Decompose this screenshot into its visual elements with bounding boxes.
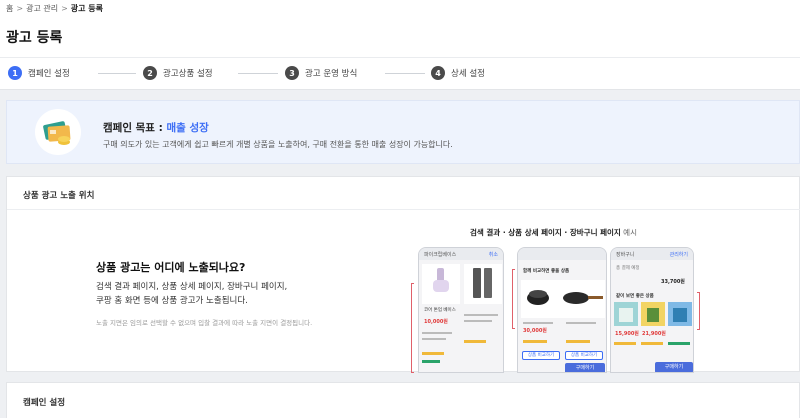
- example-caption: 검색 결과 · 상품 상세 페이지 · 장바구니 페이지 예시: [470, 227, 637, 238]
- phone-cart: 장바구니 관리하기 총 결제 예정 33,700원 같이 보면 좋은 상품 15,…: [610, 247, 694, 373]
- step-connector: [98, 73, 136, 74]
- recommended-title: 같이 보면 좋은 상품: [616, 294, 654, 299]
- product-price: 10,000원: [424, 319, 448, 325]
- breadcrumb-separator: >: [16, 4, 24, 13]
- goal-title: 캠페인 목표 : 매출 성장: [103, 120, 209, 135]
- phone-top-bar: [518, 248, 606, 260]
- phone-search-text: 파이크립베이스: [424, 252, 457, 258]
- step-detail-settings[interactable]: 4 상세 설정: [431, 66, 485, 80]
- highlight-bracket: [512, 269, 515, 329]
- example-caption-pages: 검색 결과 · 상품 상세 페이지 · 장바구니 페이지: [470, 228, 621, 237]
- phone-cancel: 취소: [488, 252, 498, 258]
- divider: [0, 57, 800, 58]
- product-price: 15,900원: [615, 331, 639, 337]
- highlight-bracket: [697, 292, 700, 330]
- step-label: 광고 운영 방식: [305, 69, 358, 79]
- placement-note: 노출 지면은 임의로 선택할 수 없으며 입찰 결과에 따라 노출 지면이 결정…: [96, 319, 313, 327]
- breadcrumb-ads[interactable]: 광고 관리: [26, 3, 58, 14]
- phone-search-results: 파이크립베이스 취소 코어 톤업 베이스 10,000원: [418, 247, 504, 373]
- product-price: 30,000원: [523, 328, 547, 334]
- product-name: 코어 톤업 베이스: [424, 308, 456, 313]
- cart-title: 장바구니: [616, 252, 635, 258]
- phone-body: 코어 톤업 베이스 10,000원: [419, 260, 503, 372]
- goal-title-prefix: 캠페인 목표 :: [103, 122, 167, 134]
- cart-manage-link: 관리하기: [669, 252, 688, 258]
- phone-top-bar: 장바구니 관리하기: [611, 248, 693, 260]
- step-number: 4: [431, 66, 445, 80]
- section-title: 캠페인 설정: [23, 398, 66, 408]
- cart-total-label: 총 결제 예정: [616, 266, 640, 271]
- buy-button[interactable]: 구매하기: [655, 362, 693, 372]
- divider: [7, 209, 800, 210]
- phone-product-detail: 함께 비교하면 좋을 상품 30,000원 상품 비교하기 상품 비교하기 구매…: [517, 247, 607, 373]
- money-cards-icon: [35, 109, 81, 155]
- step-campaign-setup[interactable]: 1 캠페인 설정: [8, 66, 70, 80]
- compare-button[interactable]: 상품 비교하기: [522, 351, 560, 360]
- placement-question: 상품 광고는 어디에 노출되나요?: [96, 261, 246, 274]
- header-area: 홈 > 광고 관리 > 광고 등록 광고 등록 1 캠페인 설정 2 광고상품 …: [0, 0, 800, 90]
- campaign-settings-card: 캠페인 설정: [6, 382, 800, 418]
- breadcrumb-current: 광고 등록: [70, 4, 103, 13]
- placement-card: 상품 광고 노출 위치 상품 광고는 어디에 노출되나요? 검색 결과 페이지,…: [6, 176, 800, 373]
- placement-description: 검색 결과 페이지, 상품 상세 페이지, 장바구니 페이지, 쿠팡 홈 화면 …: [96, 280, 336, 308]
- step-label: 상세 설정: [451, 69, 485, 79]
- breadcrumb-separator: >: [61, 4, 68, 13]
- step-label: 광고상품 설정: [163, 69, 213, 79]
- product-price: 21,900원: [642, 331, 666, 337]
- step-number: 3: [285, 66, 299, 80]
- comparison-title: 함께 비교하면 좋을 상품: [523, 269, 570, 274]
- breadcrumb-home[interactable]: 홈: [6, 3, 13, 14]
- step-operation-method[interactable]: 3 광고 운영 방식: [285, 66, 357, 80]
- campaign-goal-banner: 캠페인 목표 : 매출 성장 구매 의도가 있는 고객에게 쉽고 빠르게 개별 …: [6, 100, 800, 164]
- cart-total: 33,700원: [661, 279, 685, 285]
- highlight-bracket: [411, 283, 414, 373]
- step-number: 2: [143, 66, 157, 80]
- phone-body: 총 결제 예정 33,700원 같이 보면 좋은 상품 15,900원 21,9…: [611, 260, 693, 372]
- buy-button[interactable]: 구매하기: [565, 363, 605, 372]
- step-label: 캠페인 설정: [28, 69, 70, 79]
- example-caption-suffix: 예시: [620, 228, 637, 237]
- goal-description: 구매 의도가 있는 고객에게 쉽고 빠르게 개별 상품을 노출하여, 구매 전환…: [103, 140, 453, 149]
- stepper: 1 캠페인 설정 2 광고상품 설정 3 광고 운영 방식 4 상세 설정: [8, 66, 800, 82]
- compare-button[interactable]: 상품 비교하기: [565, 351, 603, 360]
- phone-search-bar: 파이크립베이스 취소: [419, 248, 503, 260]
- step-connector: [385, 73, 425, 74]
- step-connector: [238, 73, 278, 74]
- recommended-products-illustration: [614, 302, 692, 345]
- product-grid-illustration: [422, 264, 502, 363]
- placement-desc-line: 검색 결과 페이지, 상품 상세 페이지, 장바구니 페이지,: [96, 282, 288, 292]
- step-number: 1: [8, 66, 22, 80]
- step-ad-product-setup[interactable]: 2 광고상품 설정: [143, 66, 213, 80]
- section-title: 상품 광고 노출 위치: [23, 191, 95, 201]
- placement-desc-line: 쿠팡 홈 화면 등에 상품 광고가 노출됩니다.: [96, 296, 248, 306]
- goal-value: 매출 성장: [166, 122, 209, 134]
- breadcrumb: 홈 > 광고 관리 > 광고 등록: [6, 3, 103, 14]
- phone-body: 함께 비교하면 좋을 상품 30,000원 상품 비교하기 상품 비교하기 구매…: [518, 260, 606, 372]
- page-title: 광고 등록: [6, 30, 63, 46]
